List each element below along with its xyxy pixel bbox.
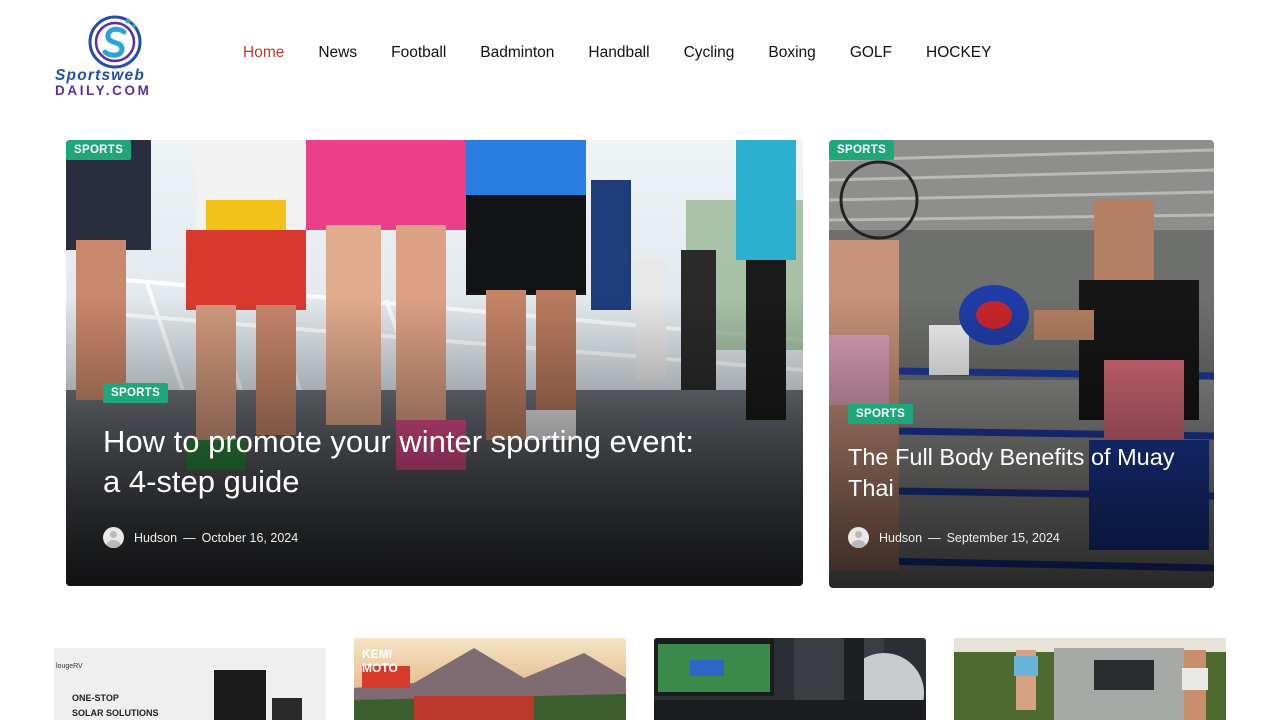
category-badge[interactable]: SPORTS	[66, 140, 132, 160]
nav-item-badminton[interactable]: Badminton	[463, 44, 571, 62]
post-author[interactable]: Hudson	[134, 531, 177, 545]
meta-separator: —	[183, 530, 196, 545]
thumbnail-brand: KEMI	[362, 647, 392, 661]
site-header: Sportsweb DAILY.COM Home News Football B…	[0, 0, 1280, 110]
post-title[interactable]: How to promote your winter sporting even…	[103, 422, 703, 503]
image-overlay	[829, 140, 1214, 588]
category-badge[interactable]: SPORTS	[103, 383, 169, 403]
thumbnail-image-esports	[654, 638, 926, 720]
main-navigation: Home News Football Badminton Handball Cy…	[226, 44, 1008, 62]
thumbnail-caption: ONE-STOP	[72, 693, 119, 703]
thumbnail-image-solar: lougeRV ONE-STOP SOLAR SOLUTIONS	[54, 638, 326, 720]
thumbnail-caption: SOLAR SOLUTIONS	[72, 708, 159, 718]
post-thumbnail[interactable]	[954, 638, 1226, 720]
post-date: October 16, 2024	[201, 530, 299, 545]
category-badge[interactable]: SPORTS	[829, 140, 895, 160]
post-thumbnail[interactable]: lougeRV ONE-STOP SOLAR SOLUTIONS	[54, 638, 326, 720]
category-badge[interactable]: SPORTS	[848, 404, 914, 424]
nav-item-home[interactable]: Home	[226, 44, 301, 62]
nav-item-football[interactable]: Football	[374, 44, 463, 62]
thumbnail-image-camping	[954, 638, 1226, 720]
site-logo[interactable]: Sportsweb DAILY.COM	[54, 14, 178, 100]
logo-domain: DAILY.COM	[55, 83, 152, 98]
nav-item-boxing[interactable]: Boxing	[751, 44, 832, 62]
nav-item-cycling[interactable]: Cycling	[667, 44, 752, 62]
meta-separator: —	[928, 530, 941, 545]
thumbnail-image-kemimoto: KEMI MOTO	[354, 638, 626, 720]
nav-item-handball[interactable]: Handball	[571, 44, 666, 62]
post-meta: Hudson — September 15, 2024	[848, 527, 1060, 548]
post-author[interactable]: Hudson	[879, 531, 922, 545]
post-date: September 15, 2024	[946, 530, 1060, 545]
image-overlay	[66, 140, 803, 586]
post-thumbnail[interactable]	[654, 638, 926, 720]
post-thumbnail[interactable]: KEMI MOTO	[354, 638, 626, 720]
featured-post-card[interactable]: SPORTS SPORTS The Full Body Benefits of …	[829, 140, 1214, 588]
thumbnail-brand: lougeRV	[56, 663, 83, 670]
sports-s-logo-icon	[88, 15, 142, 69]
avatar	[848, 527, 869, 548]
featured-post-card[interactable]: SPORTS SPORTS How to promote your winter…	[66, 140, 803, 586]
post-title[interactable]: The Full Body Benefits of Muay Thai	[848, 442, 1178, 503]
thumbnail-brand: MOTO	[362, 661, 398, 675]
post-meta: Hudson — October 16, 2024	[103, 527, 298, 548]
nav-item-news[interactable]: News	[301, 44, 374, 62]
nav-item-hockey[interactable]: HOCKEY	[909, 44, 1008, 62]
nav-item-golf[interactable]: GOLF	[833, 44, 909, 62]
avatar	[103, 527, 124, 548]
